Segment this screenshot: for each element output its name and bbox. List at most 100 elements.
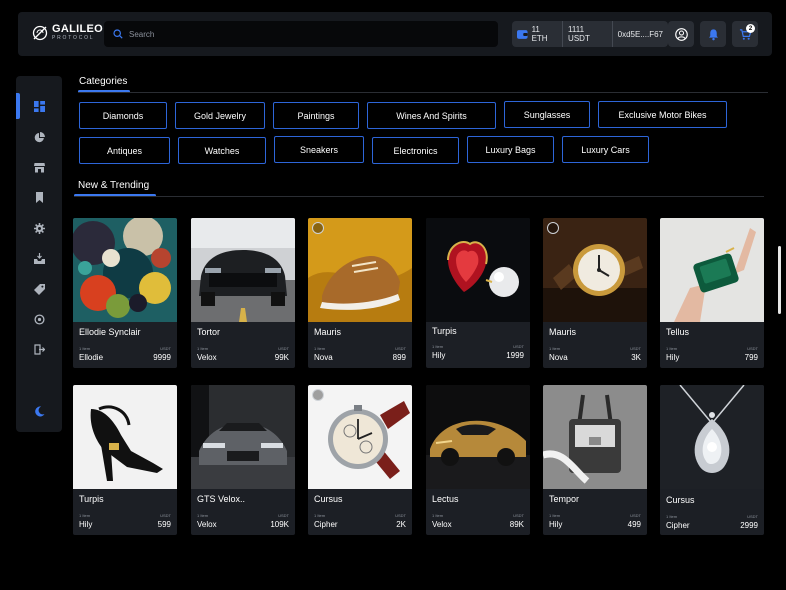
currency-label: USDT <box>747 514 758 519</box>
nft-card[interactable]: Tortor 1 Item USDT Velox 99K <box>191 218 295 368</box>
item-count-label: 1 Item <box>314 346 326 351</box>
category-electronics[interactable]: Electronics <box>372 137 459 164</box>
currency-label: USDT <box>278 513 289 518</box>
nft-price: 799 <box>744 353 758 362</box>
sidebar-item-offers[interactable] <box>16 276 62 302</box>
cart-button[interactable]: 2 <box>732 21 758 47</box>
sidebar-item-activity[interactable] <box>16 306 62 332</box>
nft-card[interactable]: Mauris 1 Item USDT Nova 899 <box>308 218 412 368</box>
galileo-logo-icon <box>32 25 48 40</box>
nft-title: Ellodie Synclair <box>79 327 141 337</box>
search-bar[interactable] <box>104 21 498 47</box>
nft-creator: Velox <box>197 353 217 362</box>
nft-title: Lectus <box>432 494 459 504</box>
nft-creator: Hily <box>549 520 563 529</box>
categories-title: Categories <box>79 76 128 87</box>
nft-card[interactable]: Cursus 1 Item USDT Cipher 2999 <box>660 385 764 535</box>
nft-creator: Nova <box>314 353 333 362</box>
nft-creator: Cipher <box>666 521 690 530</box>
verified-logo-icon <box>312 389 324 401</box>
verified-logo-icon <box>312 222 324 234</box>
currency-label: USDT <box>747 346 758 351</box>
category-luxury-bags[interactable]: Luxury Bags <box>467 136 554 163</box>
user-icon <box>674 27 688 41</box>
category-exclusive-motor-bikes[interactable]: Exclusive Motor Bikes <box>598 101 727 128</box>
logo[interactable]: GALILEO PROTOCOL <box>32 24 103 41</box>
item-count-label: 1 Item <box>666 346 678 351</box>
moon-icon <box>34 405 44 416</box>
nft-price: 899 <box>392 353 406 362</box>
nft-price: 3K <box>631 353 641 362</box>
search-icon <box>113 29 123 39</box>
item-count-label: 1 Item <box>79 513 91 518</box>
category-wines-and-spirits[interactable]: Wines And Spirits <box>367 102 496 129</box>
sidebar-item-store[interactable] <box>16 154 62 180</box>
wallet-panel[interactable]: 11 ETH 1111 USDT 0xd5E....F67 <box>512 21 668 47</box>
currency-label: USDT <box>395 513 406 518</box>
profile-button[interactable] <box>668 21 694 47</box>
sidebar-item-saved[interactable] <box>16 184 62 210</box>
settings-icon <box>33 222 45 234</box>
category-diamonds[interactable]: Diamonds <box>79 102 167 129</box>
nft-card[interactable]: Tellus 1 Item USDT Hily 799 <box>660 218 764 368</box>
wallet-icon <box>517 29 528 39</box>
sidebar-item-settings[interactable] <box>16 215 62 241</box>
bell-icon <box>708 28 718 40</box>
usdt-balance: 1111 USDT <box>562 21 612 47</box>
currency-label: USDT <box>160 513 171 518</box>
nft-title: GTS Velox.. <box>197 494 246 504</box>
theme-toggle[interactable] <box>16 398 62 424</box>
nft-card[interactable]: GTS Velox.. 1 Item USDT Velox 109K <box>191 385 295 535</box>
sidebar-item-inbox[interactable] <box>16 245 62 271</box>
wallet-address[interactable]: 0xd5E....F67 <box>611 21 668 47</box>
category-paintings[interactable]: Paintings <box>273 102 359 129</box>
nft-card[interactable]: Lectus 1 Item USDT Velox 89K <box>426 385 530 535</box>
category-sneakers[interactable]: Sneakers <box>274 136 364 163</box>
top-header: GALILEO PROTOCOL 11 ETH 1111 USDT 0xd5E.… <box>18 12 772 56</box>
category-sunglasses[interactable]: Sunglasses <box>504 101 590 128</box>
nft-title: Mauris <box>314 327 342 337</box>
nft-image-muscle-car <box>191 218 295 322</box>
nft-image-heel-shoe <box>73 385 177 489</box>
search-input[interactable] <box>129 29 489 39</box>
nft-image-wallet-hands <box>660 218 764 322</box>
category-antiques[interactable]: Antiques <box>79 137 170 164</box>
nft-image-supercar <box>191 385 295 489</box>
inbox-icon <box>33 252 45 264</box>
notifications-button[interactable] <box>700 21 726 47</box>
nft-card[interactable]: Tempor 1 Item USDT Hily 499 <box>543 385 647 535</box>
item-count-label: 1 Item <box>549 346 561 351</box>
nft-title: Cursus <box>666 495 695 505</box>
nft-creator: Hily <box>432 351 446 360</box>
category-luxury-cars[interactable]: Luxury Cars <box>562 136 649 163</box>
nft-title: Tellus <box>666 327 690 337</box>
tag-icon <box>33 283 45 295</box>
logout-icon <box>33 343 45 355</box>
item-count-label: 1 Item <box>314 513 326 518</box>
nft-card[interactable]: Turpis 1 Item USDT Hily 599 <box>73 385 177 535</box>
nft-image-gold-car <box>426 385 530 489</box>
nft-image-handbag <box>543 385 647 489</box>
nft-price: 89K <box>509 520 524 529</box>
nft-title: Tortor <box>197 327 221 337</box>
nft-card[interactable]: Mauris 1 Item USDT Nova 3K <box>543 218 647 368</box>
nft-card[interactable]: Ellodie Synclair 1 Item USDT Ellodie 999… <box>73 218 177 368</box>
nft-card[interactable]: Cursus 1 Item USDT Cipher 2K <box>308 385 412 535</box>
refresh-icon <box>33 313 45 325</box>
category-gold-jewelry[interactable]: Gold Jewelry <box>175 102 265 129</box>
verified-logo-icon <box>547 222 559 234</box>
currency-label: USDT <box>395 346 406 351</box>
nft-title: Turpis <box>432 326 457 336</box>
sidebar-item-logout[interactable] <box>16 336 62 362</box>
category-watches[interactable]: Watches <box>178 137 266 164</box>
pie-chart-icon <box>34 131 45 142</box>
page-scrollbar[interactable] <box>778 246 781 314</box>
nft-card[interactable]: Turpis 1 Item USDT Hily 1999 <box>426 218 530 368</box>
currency-label: USDT <box>513 513 524 518</box>
nft-image-gold-watch <box>543 218 647 322</box>
sidebar-item-analytics[interactable] <box>16 124 62 150</box>
nft-creator: Nova <box>549 353 568 362</box>
logo-name: GALILEO <box>52 23 103 35</box>
logo-subtitle: PROTOCOL <box>52 35 95 41</box>
sidebar-item-dashboard[interactable] <box>16 93 62 119</box>
